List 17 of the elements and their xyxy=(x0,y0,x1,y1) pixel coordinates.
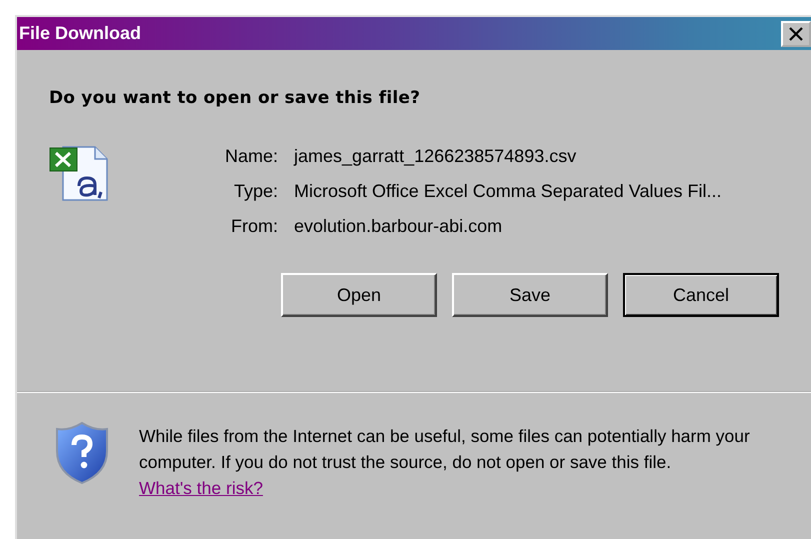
close-icon xyxy=(788,26,804,40)
field-value: evolution.barbour-abi.com xyxy=(294,216,504,237)
dialog-button[interactable]: Save xyxy=(452,273,608,317)
field-label: From: xyxy=(230,216,278,237)
dialog-button[interactable]: Open xyxy=(281,273,437,317)
dialog-button[interactable]: Cancel xyxy=(623,273,779,317)
risk-link[interactable]: What's the risk? xyxy=(139,478,263,498)
window-title: File Download xyxy=(19,23,142,44)
field-value: james_garratt_1266238574893.csv xyxy=(294,146,578,167)
spreadsheet-file-icon xyxy=(49,144,111,202)
field-value: Microsoft Office Excel Comma Separated Values Fil... xyxy=(294,181,722,202)
field-label: Type: xyxy=(232,181,278,202)
shield-question-icon xyxy=(55,421,109,485)
security-warning-text: While files from the Internet can be useful, some files can potentially harm your computer. If you do not trust the source, do not open or save this file. What's the risk? xyxy=(139,425,751,500)
dialog-question: Do you want to open or save this file? xyxy=(49,88,422,108)
close-button[interactable] xyxy=(781,20,811,46)
field-label: Name: xyxy=(225,146,278,167)
